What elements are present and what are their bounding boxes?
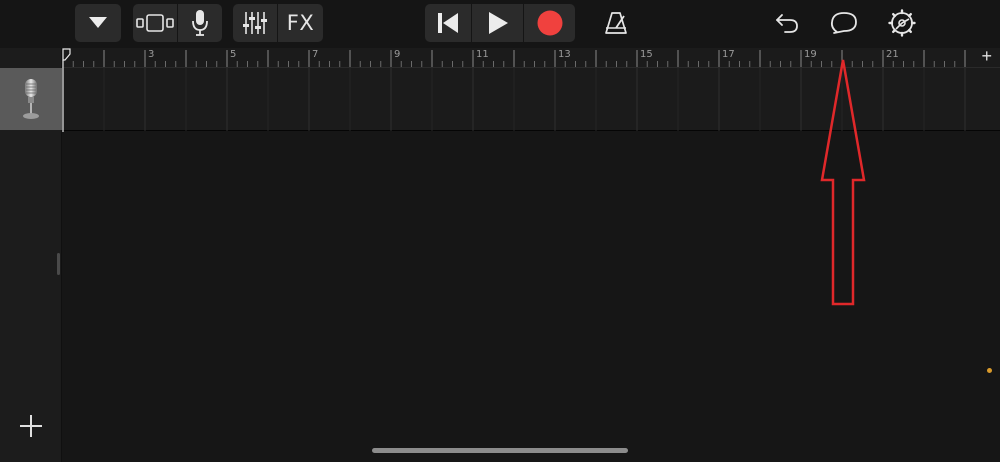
red-arrow-annotation — [820, 59, 866, 306]
undo-icon — [776, 14, 798, 33]
add-section-button[interactable]: + — [981, 46, 992, 67]
go-to-beginning-button[interactable] — [425, 4, 471, 42]
ruler-bar-number: 19 — [804, 49, 817, 60]
tracks-view-button[interactable] — [133, 4, 177, 42]
plus-icon — [20, 415, 42, 437]
record-icon — [537, 10, 562, 36]
ruler-bar-number: 17 — [722, 49, 735, 60]
ruler-bar-number: 7 — [312, 49, 319, 60]
add-track-button[interactable] — [15, 410, 47, 442]
dropdown-button[interactable] — [75, 4, 121, 42]
status-indicator-dot — [987, 368, 992, 373]
play-button[interactable] — [472, 4, 523, 42]
tracks-view-icon — [136, 14, 174, 32]
fx-button[interactable]: FX — [278, 4, 323, 42]
home-indicator[interactable] — [372, 448, 628, 453]
audio-recorder-microphone-icon — [23, 79, 39, 119]
playhead-marker[interactable] — [62, 48, 72, 132]
ruler-bar-number: 3 — [148, 49, 155, 60]
ruler-bar-number: 5 — [230, 49, 237, 60]
mixer-sliders-icon — [243, 12, 267, 34]
track-header-column — [0, 48, 62, 462]
ruler-bar-number: 9 — [394, 49, 401, 60]
microphone-icon — [192, 10, 208, 36]
settings-button[interactable] — [884, 4, 920, 42]
metronome-icon — [605, 12, 627, 34]
browser-menu-group — [75, 4, 121, 42]
play-icon — [488, 12, 508, 34]
mixer-button[interactable] — [233, 4, 277, 42]
undo-button[interactable] — [770, 4, 804, 42]
dropdown-triangle-icon — [89, 17, 107, 28]
view-group — [133, 4, 222, 42]
loop-icon — [830, 12, 857, 34]
controls-group: FX — [233, 4, 323, 42]
metronome-button[interactable] — [598, 4, 634, 42]
top-toolbar: FX — [0, 0, 1000, 48]
ruler-bar-number: 11 — [476, 49, 489, 60]
transport-group — [425, 4, 575, 42]
loop-browser-button[interactable] — [826, 4, 862, 42]
ruler-bar-number: 15 — [640, 49, 653, 60]
ruler-bar-number: 13 — [558, 49, 571, 60]
instrument-button[interactable] — [178, 4, 222, 42]
ruler-bar-number: 21 — [886, 49, 899, 60]
track-header-resize-handle[interactable] — [57, 253, 60, 275]
audio-recorder-track-header[interactable] — [0, 68, 62, 130]
settings-gear-icon — [888, 9, 916, 37]
skip-to-start-icon — [438, 13, 458, 33]
record-button[interactable] — [524, 4, 575, 42]
